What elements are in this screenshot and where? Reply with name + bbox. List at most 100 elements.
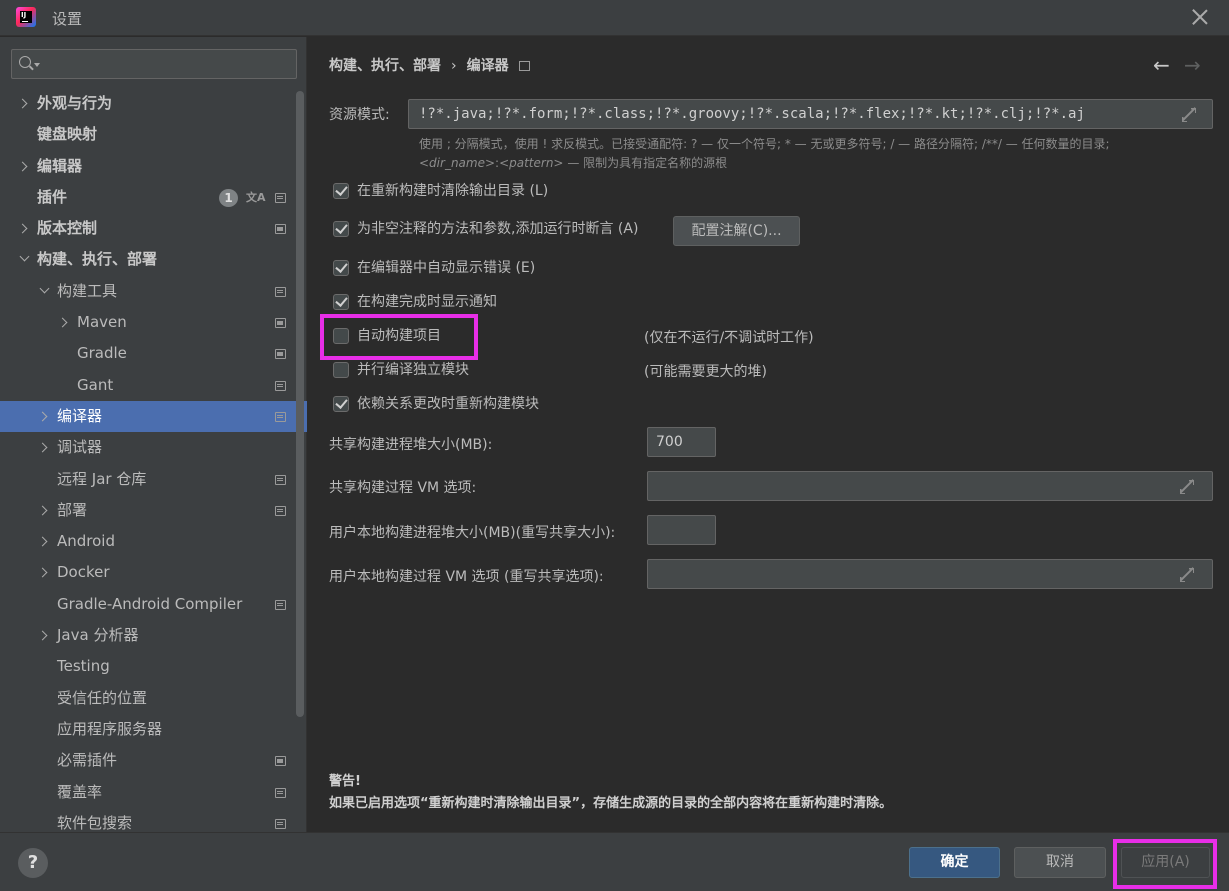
- breadcrumb: 构建、执行、部署 › 编译器: [329, 55, 530, 75]
- settings-search-input[interactable]: [11, 49, 297, 79]
- sidebar-item-label: Maven: [77, 313, 127, 332]
- sidebar-item[interactable]: 构建、执行、部署: [0, 244, 294, 275]
- close-icon[interactable]: [1191, 8, 1209, 26]
- checkbox-label: 依赖关系更改时重新构建模块: [357, 396, 539, 412]
- chevron-down-icon[interactable]: [19, 252, 30, 262]
- resource-patterns-hint: 使用 ; 分隔模式，使用 ! 求反模式。已接受通配符: ? — 仅一个符号; *…: [419, 135, 1209, 173]
- sidebar-item[interactable]: 编译器: [0, 400, 307, 433]
- ok-button[interactable]: 确定: [909, 847, 1000, 878]
- cancel-button[interactable]: 取消: [1014, 847, 1106, 878]
- project-scope-icon: [275, 599, 286, 610]
- breadcrumb-current: 编译器: [466, 58, 509, 74]
- project-scope-icon: [275, 380, 286, 391]
- checkbox-checked[interactable]: [333, 221, 349, 237]
- sidebar-item[interactable]: Docker: [0, 557, 294, 588]
- project-scope-icon: [275, 818, 286, 829]
- sidebar-item-label: 覆盖率: [57, 782, 103, 801]
- checkbox-label: 在构建完成时显示通知: [357, 294, 497, 310]
- sidebar-item[interactable]: Java 分析器: [0, 620, 294, 651]
- search-icon: [19, 56, 31, 68]
- settings-tree: 外观与行为 键盘映射 编辑器 插件 1 文A 版本控制构建、执行、部署构建工具 Maven Gr…: [0, 88, 307, 839]
- project-scope-icon: [518, 61, 530, 71]
- sidebar-item[interactable]: 版本控制: [0, 213, 294, 244]
- dialog-footer: ? 确定 取消 应用(A): [0, 832, 1229, 891]
- project-scope-icon: [275, 756, 286, 767]
- chevron-right-icon[interactable]: [17, 161, 28, 172]
- checkbox-checked[interactable]: [333, 183, 349, 199]
- checkbox-checked[interactable]: [333, 396, 349, 412]
- chevron-right-icon[interactable]: [37, 568, 48, 578]
- checkbox-checked[interactable]: [333, 294, 349, 310]
- forward-arrow-icon[interactable]: →: [1184, 55, 1201, 75]
- sidebar-item[interactable]: Gradle: [0, 338, 294, 369]
- checkbox-unchecked[interactable]: [333, 362, 349, 378]
- chevron-right-icon[interactable]: [37, 630, 48, 641]
- expand-icon[interactable]: [1182, 107, 1196, 122]
- sidebar-item-label: 构建、执行、部署: [37, 250, 158, 269]
- sidebar-item[interactable]: 必需插件: [0, 745, 294, 776]
- sidebar-item-label: Gradle: [77, 344, 127, 363]
- parallel-note: (可能需要更大的堆): [644, 364, 767, 380]
- breadcrumb-separator: ›: [451, 58, 457, 74]
- sidebar-item[interactable]: 插件 1 文A: [0, 182, 294, 213]
- sidebar-item-label: 构建工具: [57, 281, 118, 300]
- breadcrumb-parent[interactable]: 构建、执行、部署: [329, 58, 441, 74]
- user-heap-label: 用户本地构建进程堆大小(MB)(重写共享大小):: [329, 525, 616, 541]
- sidebar-item-label: 调试器: [57, 438, 103, 457]
- user-vm-input[interactable]: [647, 559, 1213, 589]
- project-scope-icon: [275, 411, 286, 422]
- sidebar-item[interactable]: Maven: [0, 307, 294, 338]
- chevron-right-icon[interactable]: [37, 411, 48, 422]
- chevron-right-icon[interactable]: [37, 442, 48, 453]
- resource-patterns-input[interactable]: !?*.java;!?*.form;!?*.class;!?*.groovy;!…: [408, 99, 1213, 129]
- chevron-right-icon[interactable]: [17, 223, 28, 234]
- sidebar-item[interactable]: 应用程序服务器: [0, 714, 294, 745]
- update-count-badge: 1: [219, 188, 238, 207]
- sidebar-item[interactable]: Gant: [0, 370, 294, 401]
- chevron-right-icon[interactable]: [37, 536, 48, 547]
- sidebar-item[interactable]: 部署: [0, 495, 294, 526]
- configure-annotations-button[interactable]: 配置注解(C)...: [673, 216, 800, 246]
- checkbox-checked[interactable]: [333, 260, 349, 276]
- shared-vm-input[interactable]: [647, 471, 1213, 501]
- warning-title: 警告!: [329, 774, 361, 789]
- chevron-right-icon[interactable]: [57, 317, 68, 328]
- sidebar-item[interactable]: Gradle-Android Compiler: [0, 589, 294, 620]
- expand-icon[interactable]: [1180, 567, 1194, 582]
- back-arrow-icon[interactable]: ←: [1153, 55, 1170, 75]
- hint-pattern: <pattern>: [499, 156, 564, 170]
- sidebar-item[interactable]: 键盘映射: [0, 119, 294, 150]
- checkbox-label: 在编辑器中自动显示错误 (E): [357, 260, 536, 276]
- chevron-right-icon[interactable]: [17, 98, 28, 109]
- help-button[interactable]: ?: [18, 848, 48, 878]
- resource-patterns-label: 资源模式:: [329, 107, 390, 123]
- sidebar-item[interactable]: Android: [0, 526, 294, 557]
- user-heap-input[interactable]: [647, 515, 716, 545]
- user-vm-label: 用户本地构建过程 VM 选项 (重写共享选项):: [329, 569, 604, 585]
- hint-line-2: <dir_name>:<pattern> — 限制为具有指定名称的源根: [419, 154, 1209, 173]
- hint-rest: — 限制为具有指定名称的源根: [563, 156, 728, 170]
- sidebar-item-label: 编译器: [57, 406, 103, 425]
- sidebar-scrollbar[interactable]: [296, 91, 304, 717]
- sidebar-item[interactable]: 覆盖率: [0, 777, 294, 808]
- sidebar-item[interactable]: 构建工具: [0, 276, 294, 307]
- chevron-down-icon[interactable]: [39, 283, 50, 294]
- project-scope-icon: [275, 224, 286, 235]
- chevron-right-icon[interactable]: [37, 505, 48, 516]
- sidebar-item-label: Android: [57, 532, 115, 551]
- sidebar-item-label: Java 分析器: [57, 626, 139, 645]
- shared-heap-input[interactable]: 700: [647, 427, 716, 457]
- sidebar-item[interactable]: 外观与行为: [0, 88, 294, 119]
- sidebar-item[interactable]: 调试器: [0, 432, 294, 463]
- project-scope-icon: [275, 318, 286, 329]
- project-scope-icon: [275, 474, 286, 485]
- title-bar: IJ 设置: [0, 0, 1229, 36]
- project-scope-icon: [275, 505, 286, 516]
- sidebar-item[interactable]: 受信任的位置: [0, 683, 294, 714]
- project-scope-icon: [275, 192, 286, 203]
- expand-icon[interactable]: [1180, 479, 1194, 494]
- sidebar-item[interactable]: Testing: [0, 651, 294, 682]
- sidebar-item[interactable]: 远程 Jar 仓库: [0, 464, 294, 495]
- sidebar-item[interactable]: 编辑器: [0, 151, 294, 182]
- search-dropdown-icon[interactable]: [34, 63, 40, 67]
